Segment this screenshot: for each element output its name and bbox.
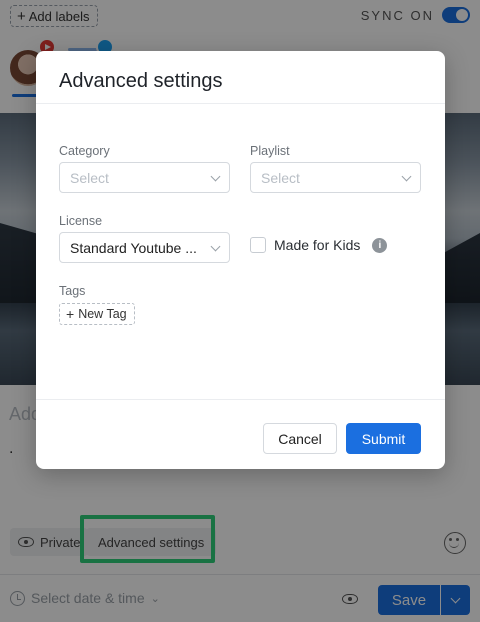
category-select[interactable]: Select (59, 162, 230, 193)
plus-icon: + (66, 306, 75, 322)
info-icon[interactable]: i (372, 237, 388, 253)
chevron-down-icon (401, 171, 412, 182)
new-tag-label: New Tag (78, 307, 127, 321)
divider (36, 399, 445, 400)
chevron-down-icon (210, 241, 221, 252)
cancel-button[interactable]: Cancel (263, 423, 337, 454)
category-label: Category (59, 144, 110, 158)
divider (36, 103, 445, 104)
tags-label: Tags (59, 284, 86, 298)
new-tag-button[interactable]: + New Tag (59, 303, 135, 325)
license-value: Standard Youtube ... (70, 239, 197, 256)
license-label: License (59, 214, 103, 228)
made-for-kids-label: Made for Kids (274, 237, 361, 253)
submit-button[interactable]: Submit (346, 423, 421, 454)
advanced-settings-dialog: Advanced settings Category Select Playli… (36, 51, 445, 469)
made-for-kids-option: Made for Kids i (250, 237, 388, 253)
made-for-kids-checkbox[interactable] (250, 237, 266, 253)
playlist-placeholder: Select (261, 169, 300, 186)
dialog-title: Advanced settings (59, 70, 223, 92)
category-placeholder: Select (70, 169, 109, 186)
playlist-select[interactable]: Select (250, 162, 421, 193)
playlist-label: Playlist (250, 144, 290, 158)
chevron-down-icon (210, 171, 221, 182)
license-select[interactable]: Standard Youtube ... (59, 232, 230, 263)
